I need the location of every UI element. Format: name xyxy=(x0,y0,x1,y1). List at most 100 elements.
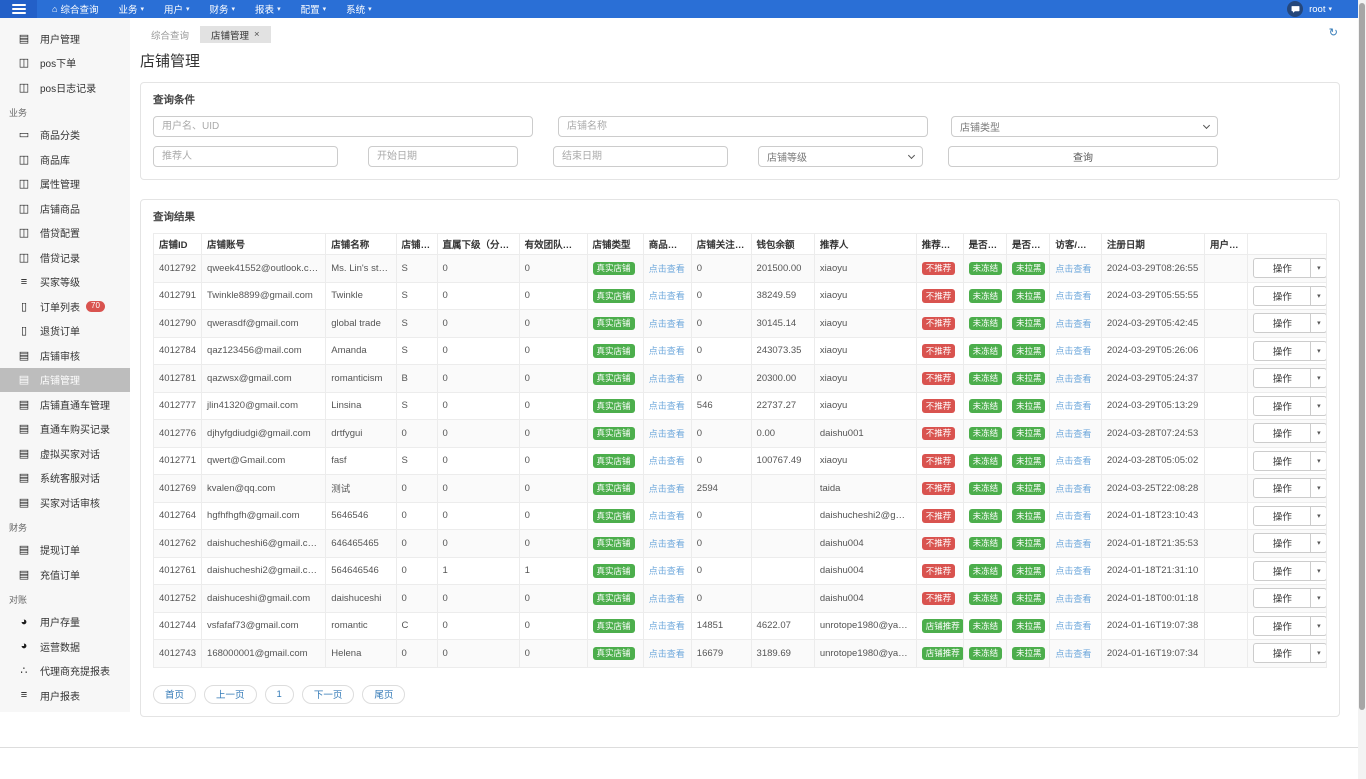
action-dropdown-toggle[interactable]: ▾ xyxy=(1310,369,1326,387)
menu-toggle-button[interactable] xyxy=(0,0,37,18)
action-button[interactable]: 操作 xyxy=(1254,534,1310,552)
page-next[interactable]: 下一页 xyxy=(302,685,355,704)
sidebar-item-loan-config[interactable]: ◫借贷配置 xyxy=(0,221,130,246)
goods-view-link[interactable]: 点击查看 xyxy=(649,346,685,356)
visitor-view-link[interactable]: 点击查看 xyxy=(1055,594,1091,604)
sidebar-item-recharge-orders[interactable]: ▤充值订单 xyxy=(0,562,130,587)
action-dropdown-toggle[interactable]: ▾ xyxy=(1310,534,1326,552)
action-dropdown-toggle[interactable]: ▾ xyxy=(1310,452,1326,470)
vertical-scrollbar[interactable] xyxy=(1358,0,1366,779)
page-prev[interactable]: 上一页 xyxy=(204,685,257,704)
sidebar-item-agent-report[interactable]: ∴代理商充提报表 xyxy=(0,659,130,684)
shop-name-input[interactable] xyxy=(558,116,928,137)
action-dropdown-toggle[interactable]: ▾ xyxy=(1310,259,1326,277)
sidebar-item-train-purchase-records[interactable]: ▤直通车购买记录 xyxy=(0,417,130,442)
goods-view-link[interactable]: 点击查看 xyxy=(649,456,685,466)
action-button[interactable]: 操作 xyxy=(1254,452,1310,470)
action-button[interactable]: 操作 xyxy=(1254,562,1310,580)
nav-item-system[interactable]: 系统▾ xyxy=(336,0,382,18)
tab-overview[interactable]: 综合查询 xyxy=(140,26,200,43)
goods-view-link[interactable]: 点击查看 xyxy=(649,566,685,576)
action-button[interactable]: 操作 xyxy=(1254,314,1310,332)
visitor-view-link[interactable]: 点击查看 xyxy=(1055,621,1091,631)
nav-item-reports[interactable]: 报表▾ xyxy=(245,0,291,18)
visitor-view-link[interactable]: 点击查看 xyxy=(1055,539,1091,549)
nav-item-users[interactable]: 用户▾ xyxy=(154,0,200,18)
sidebar-item-pos-order[interactable]: ◫pos下单 xyxy=(0,51,130,76)
goods-view-link[interactable]: 点击查看 xyxy=(649,401,685,411)
scrollbar-thumb[interactable] xyxy=(1359,3,1365,710)
shop-type-select[interactable]: 店铺类型 xyxy=(951,116,1218,137)
action-button[interactable]: 操作 xyxy=(1254,369,1310,387)
goods-view-link[interactable]: 点击查看 xyxy=(649,291,685,301)
close-icon[interactable]: × xyxy=(254,30,260,40)
goods-view-link[interactable]: 点击查看 xyxy=(649,594,685,604)
action-dropdown-toggle[interactable]: ▾ xyxy=(1310,617,1326,635)
sidebar-item-shop-products[interactable]: ◫店铺商品 xyxy=(0,196,130,221)
action-dropdown-toggle[interactable]: ▾ xyxy=(1310,287,1326,305)
action-button[interactable]: 操作 xyxy=(1254,342,1310,360)
sidebar-item-loan-records[interactable]: ◫借贷记录 xyxy=(0,245,130,270)
nav-item-business[interactable]: 业务▾ xyxy=(108,0,154,18)
page-last[interactable]: 尾页 xyxy=(362,685,405,704)
action-button[interactable]: 操作 xyxy=(1254,259,1310,277)
action-button[interactable]: 操作 xyxy=(1254,397,1310,415)
sidebar-item-shop-train-management[interactable]: ▤店铺直通车管理 xyxy=(0,392,130,417)
action-dropdown-toggle[interactable]: ▾ xyxy=(1310,644,1326,662)
goods-view-link[interactable]: 点击查看 xyxy=(649,374,685,384)
sidebar-item-order-list[interactable]: ▯订单列表70 xyxy=(0,294,130,319)
sidebar-item-withdraw-orders[interactable]: ▤提现订单 xyxy=(0,538,130,563)
action-button[interactable]: 操作 xyxy=(1254,287,1310,305)
start-date-input[interactable] xyxy=(368,146,518,167)
action-button[interactable]: 操作 xyxy=(1254,589,1310,607)
action-dropdown-toggle[interactable]: ▾ xyxy=(1310,562,1326,580)
nav-item-overview[interactable]: ⌂综合查询 xyxy=(42,0,108,18)
sidebar-item-user-stock[interactable]: ◕用户存量 xyxy=(0,610,130,635)
goods-view-link[interactable]: 点击查看 xyxy=(649,264,685,274)
sidebar-item-buyer-chat-review[interactable]: ▤买家对话审核 xyxy=(0,490,130,515)
goods-view-link[interactable]: 点击查看 xyxy=(649,539,685,549)
visitor-view-link[interactable]: 点击查看 xyxy=(1055,346,1091,356)
visitor-view-link[interactable]: 点击查看 xyxy=(1055,374,1091,384)
visitor-view-link[interactable]: 点击查看 xyxy=(1055,401,1091,411)
visitor-view-link[interactable]: 点击查看 xyxy=(1055,319,1091,329)
visitor-view-link[interactable]: 点击查看 xyxy=(1055,456,1091,466)
search-button[interactable]: 查询 xyxy=(948,146,1218,167)
sidebar-item-return-orders[interactable]: ▯退货订单 xyxy=(0,319,130,344)
sidebar-item-product-library[interactable]: ◫商品库 xyxy=(0,147,130,172)
sidebar-item-system-service-chat[interactable]: ▤系统客服对话 xyxy=(0,466,130,491)
user-menu[interactable]: root ▾ xyxy=(1309,4,1332,15)
sidebar-item-shop-management[interactable]: ▤店铺管理 xyxy=(0,368,130,393)
shop-level-select[interactable]: 店铺等级 xyxy=(758,146,923,167)
refresh-icon[interactable]: ↻ xyxy=(1329,28,1338,39)
sidebar-item-buyer-level[interactable]: ≡买家等级 xyxy=(0,270,130,295)
action-dropdown-toggle[interactable]: ▾ xyxy=(1310,314,1326,332)
visitor-view-link[interactable]: 点击查看 xyxy=(1055,429,1091,439)
visitor-view-link[interactable]: 点击查看 xyxy=(1055,264,1091,274)
action-dropdown-toggle[interactable]: ▾ xyxy=(1310,507,1326,525)
sidebar-item-pos-log[interactable]: ◫pos日志记录 xyxy=(0,75,130,100)
referrer-input[interactable] xyxy=(153,146,338,167)
sidebar-item-user-management[interactable]: ▤用户管理 xyxy=(0,26,130,51)
sidebar-item-product-category[interactable]: ▭商品分类 xyxy=(0,123,130,148)
sidebar-item-shop-review[interactable]: ▤店铺审核 xyxy=(0,343,130,368)
goods-view-link[interactable]: 点击查看 xyxy=(649,429,685,439)
sidebar-item-virtual-buyer-chat[interactable]: ▤虚拟买家对话 xyxy=(0,441,130,466)
nav-item-finance[interactable]: 财务▾ xyxy=(200,0,246,18)
goods-view-link[interactable]: 点击查看 xyxy=(649,511,685,521)
sidebar-item-user-report[interactable]: ≡用户报表 xyxy=(0,683,130,708)
nav-item-config[interactable]: 配置▾ xyxy=(291,0,337,18)
action-dropdown-toggle[interactable]: ▾ xyxy=(1310,342,1326,360)
visitor-view-link[interactable]: 点击查看 xyxy=(1055,291,1091,301)
username-uid-input[interactable] xyxy=(153,116,533,137)
action-button[interactable]: 操作 xyxy=(1254,424,1310,442)
goods-view-link[interactable]: 点击查看 xyxy=(649,621,685,631)
visitor-view-link[interactable]: 点击查看 xyxy=(1055,566,1091,576)
action-dropdown-toggle[interactable]: ▾ xyxy=(1310,589,1326,607)
tab-shop-manage[interactable]: 店铺管理× xyxy=(200,26,271,43)
action-dropdown-toggle[interactable]: ▾ xyxy=(1310,424,1326,442)
visitor-view-link[interactable]: 点击查看 xyxy=(1055,511,1091,521)
action-dropdown-toggle[interactable]: ▾ xyxy=(1310,397,1326,415)
visitor-view-link[interactable]: 点击查看 xyxy=(1055,649,1091,659)
page-first[interactable]: 首页 xyxy=(153,685,196,704)
